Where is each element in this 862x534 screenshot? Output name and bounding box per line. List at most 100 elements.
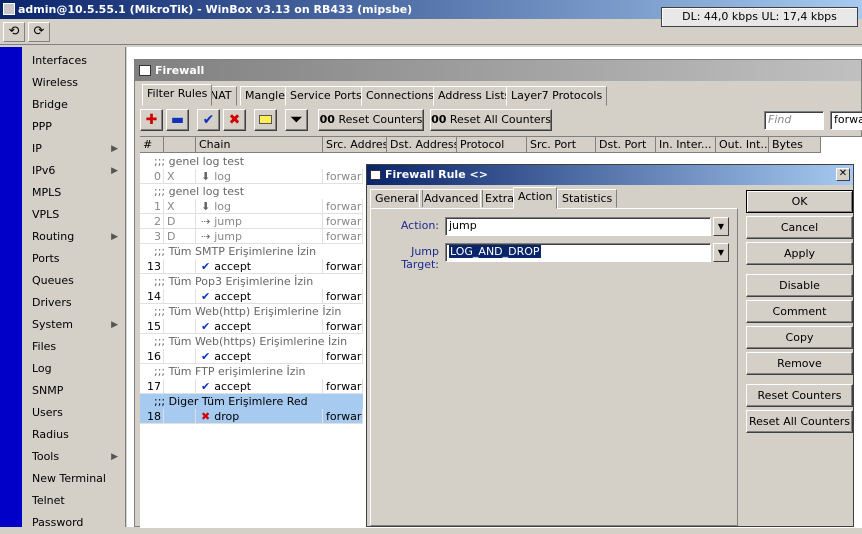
column-header[interactable]: Src. Port	[527, 137, 596, 153]
menu-item-ip[interactable]: IP ▶	[22, 138, 126, 160]
table-row[interactable]: ;;; Tüm FTP erişimlerine İzin	[140, 364, 363, 379]
window-icon	[139, 65, 151, 76]
comment-button[interactable]: Comment	[746, 300, 853, 323]
copy-button[interactable]: Copy	[746, 326, 853, 349]
reset-all-counters-button[interactable]: 00 Reset All Counters	[430, 109, 552, 131]
table-row[interactable]: 0X⬇logforward	[140, 169, 363, 184]
table-row[interactable]: 2D⇢jumpforward	[140, 214, 363, 229]
table-row[interactable]: 1X⬇logforward	[140, 199, 363, 214]
menu-item-queues[interactable]: Queues	[22, 270, 126, 292]
comment-rule-button[interactable]	[254, 109, 277, 131]
table-row[interactable]: 13✔acceptforward	[140, 259, 363, 274]
column-header[interactable]: In. Inter...	[656, 137, 716, 153]
table-row[interactable]: ;;; Tüm Pop3 Erişimlerine İzin	[140, 274, 363, 289]
column-header[interactable]: Dst. Port	[596, 137, 656, 153]
table-row[interactable]: ;;; genel log test	[140, 154, 363, 169]
menu-item-label: Bridge	[32, 98, 68, 111]
column-header[interactable]: Bytes	[769, 137, 821, 153]
menu-item-snmp[interactable]: SNMP	[22, 380, 126, 402]
column-header[interactable]: Src. Address	[323, 137, 387, 153]
jump-target-input[interactable]: LOG_AND_DROP	[445, 243, 711, 262]
column-header[interactable]: Out. Int...	[716, 137, 769, 153]
menu-item-routing[interactable]: Routing ▶	[22, 226, 126, 248]
table-row[interactable]: ;;; Tüm Web(https) Erişimlerine İzin	[140, 334, 363, 349]
menu-item-drivers[interactable]: Drivers	[22, 292, 126, 314]
chain-filter-select[interactable]: forwar	[830, 111, 862, 130]
find-input[interactable]: Find	[764, 111, 824, 130]
rule-number: 3	[140, 229, 164, 244]
tab-layer7-protocols[interactable]: Layer7 Protocols	[506, 86, 608, 106]
rule-chain: forward	[323, 199, 363, 214]
table-row[interactable]: ;;; Tüm SMTP Erişimlerine İzin	[140, 244, 363, 259]
filter-button[interactable]: ⏷	[285, 109, 308, 131]
menu-item-telnet[interactable]: Telnet	[22, 490, 126, 512]
reset-counters-button[interactable]: Reset Counters	[746, 384, 853, 407]
menu-item-radius[interactable]: Radius	[22, 424, 126, 446]
dialog-tab-advanced[interactable]: Advanced	[419, 189, 484, 208]
column-header[interactable]: #	[140, 137, 164, 153]
table-row[interactable]: ;;; genel log test	[140, 184, 363, 199]
menu-item-tools[interactable]: Tools ▶	[22, 446, 126, 468]
jump-target-dropdown-button[interactable]: ▼	[713, 243, 729, 262]
table-row[interactable]: ;;; Tüm Web(http) Erişimlerine İzin	[140, 304, 363, 319]
table-row[interactable]: 18✖dropforward	[140, 409, 363, 424]
counter-icon: 00	[431, 113, 447, 126]
menu-item-vpls[interactable]: VPLS	[22, 204, 126, 226]
dialog-tab-statistics[interactable]: Statistics	[557, 189, 618, 208]
firewall-window-titlebar[interactable]: Firewall	[135, 60, 861, 81]
table-row[interactable]: ;;; Diger Tüm Erişimlere Red	[140, 394, 363, 409]
remove-rule-button[interactable]: ▬	[166, 109, 189, 131]
table-row[interactable]: 3D⇢jumpforward	[140, 229, 363, 244]
table-row[interactable]: 17✔acceptforward	[140, 379, 363, 394]
table-row[interactable]: 15✔acceptforward	[140, 319, 363, 334]
ok-button[interactable]: OK	[746, 190, 853, 213]
menu-item-system[interactable]: System ▶	[22, 314, 126, 336]
rule-flag	[164, 259, 196, 274]
remove-button[interactable]: Remove	[746, 352, 853, 375]
column-header[interactable]: Protocol	[457, 137, 527, 153]
menu-item-new-terminal[interactable]: New Terminal	[22, 468, 126, 490]
tab-service-ports[interactable]: Service Ports	[285, 86, 367, 106]
reset-all-counters-button[interactable]: Reset All Counters	[746, 410, 853, 433]
chevron-right-icon: ▶	[111, 320, 118, 330]
menu-item-mpls[interactable]: MPLS	[22, 182, 126, 204]
menu-item-log[interactable]: Log	[22, 358, 126, 380]
reset-counters-button[interactable]: 00 Reset Counters	[318, 109, 424, 131]
close-icon[interactable]: ✕	[836, 168, 850, 181]
tab-address-lists[interactable]: Address Lists	[433, 86, 516, 106]
accept-action-icon: ✔	[201, 380, 211, 393]
column-header[interactable]: Chain	[196, 137, 323, 153]
menu-item-files[interactable]: Files	[22, 336, 126, 358]
chevron-down-icon: ▼	[717, 222, 725, 231]
rule-chain: forward	[323, 319, 363, 334]
menu-item-label: Password	[32, 516, 84, 529]
action-select[interactable]: jump	[445, 217, 711, 236]
menu-item-wireless[interactable]: Wireless	[22, 72, 126, 94]
disable-rule-button[interactable]: ✖	[223, 109, 246, 131]
apply-button[interactable]: Apply	[746, 242, 853, 265]
enable-rule-button[interactable]: ✔	[197, 109, 220, 131]
menu-item-bridge[interactable]: Bridge	[22, 94, 126, 116]
dialog-tab-general[interactable]: General	[370, 189, 424, 208]
menu-item-ports[interactable]: Ports	[22, 248, 126, 270]
add-rule-button[interactable]: ✚	[140, 109, 163, 131]
menu-item-ipv6[interactable]: IPv6 ▶	[22, 160, 126, 182]
undo-button[interactable]: ⟲	[3, 22, 25, 42]
action-dropdown-button[interactable]: ▼	[713, 217, 729, 236]
tab-mangle[interactable]: Mangle	[240, 86, 291, 106]
column-header[interactable]: Dst. Address	[387, 137, 457, 153]
dialog-titlebar[interactable]: Firewall Rule <>	[367, 165, 853, 185]
menu-item-ppp[interactable]: PPP	[22, 116, 126, 138]
redo-button[interactable]: ⟳	[28, 22, 50, 42]
main-menu: Interfaces Wireless Bridge PPP IP ▶ IPv6 ▶ MPLS V…	[22, 47, 126, 529]
tab-connections[interactable]: Connections	[361, 86, 439, 106]
menu-item-users[interactable]: Users	[22, 402, 126, 424]
table-row[interactable]: 16✔acceptforward	[140, 349, 363, 364]
dialog-tab-action[interactable]: Action	[513, 187, 558, 209]
menu-item-interfaces[interactable]: Interfaces	[22, 50, 126, 72]
tab-filter-rules[interactable]: Filter Rules	[142, 84, 213, 106]
menu-item-password[interactable]: Password	[22, 512, 126, 534]
table-row[interactable]: 14✔acceptforward	[140, 289, 363, 304]
cancel-button[interactable]: Cancel	[746, 216, 853, 239]
disable-button[interactable]: Disable	[746, 274, 853, 297]
